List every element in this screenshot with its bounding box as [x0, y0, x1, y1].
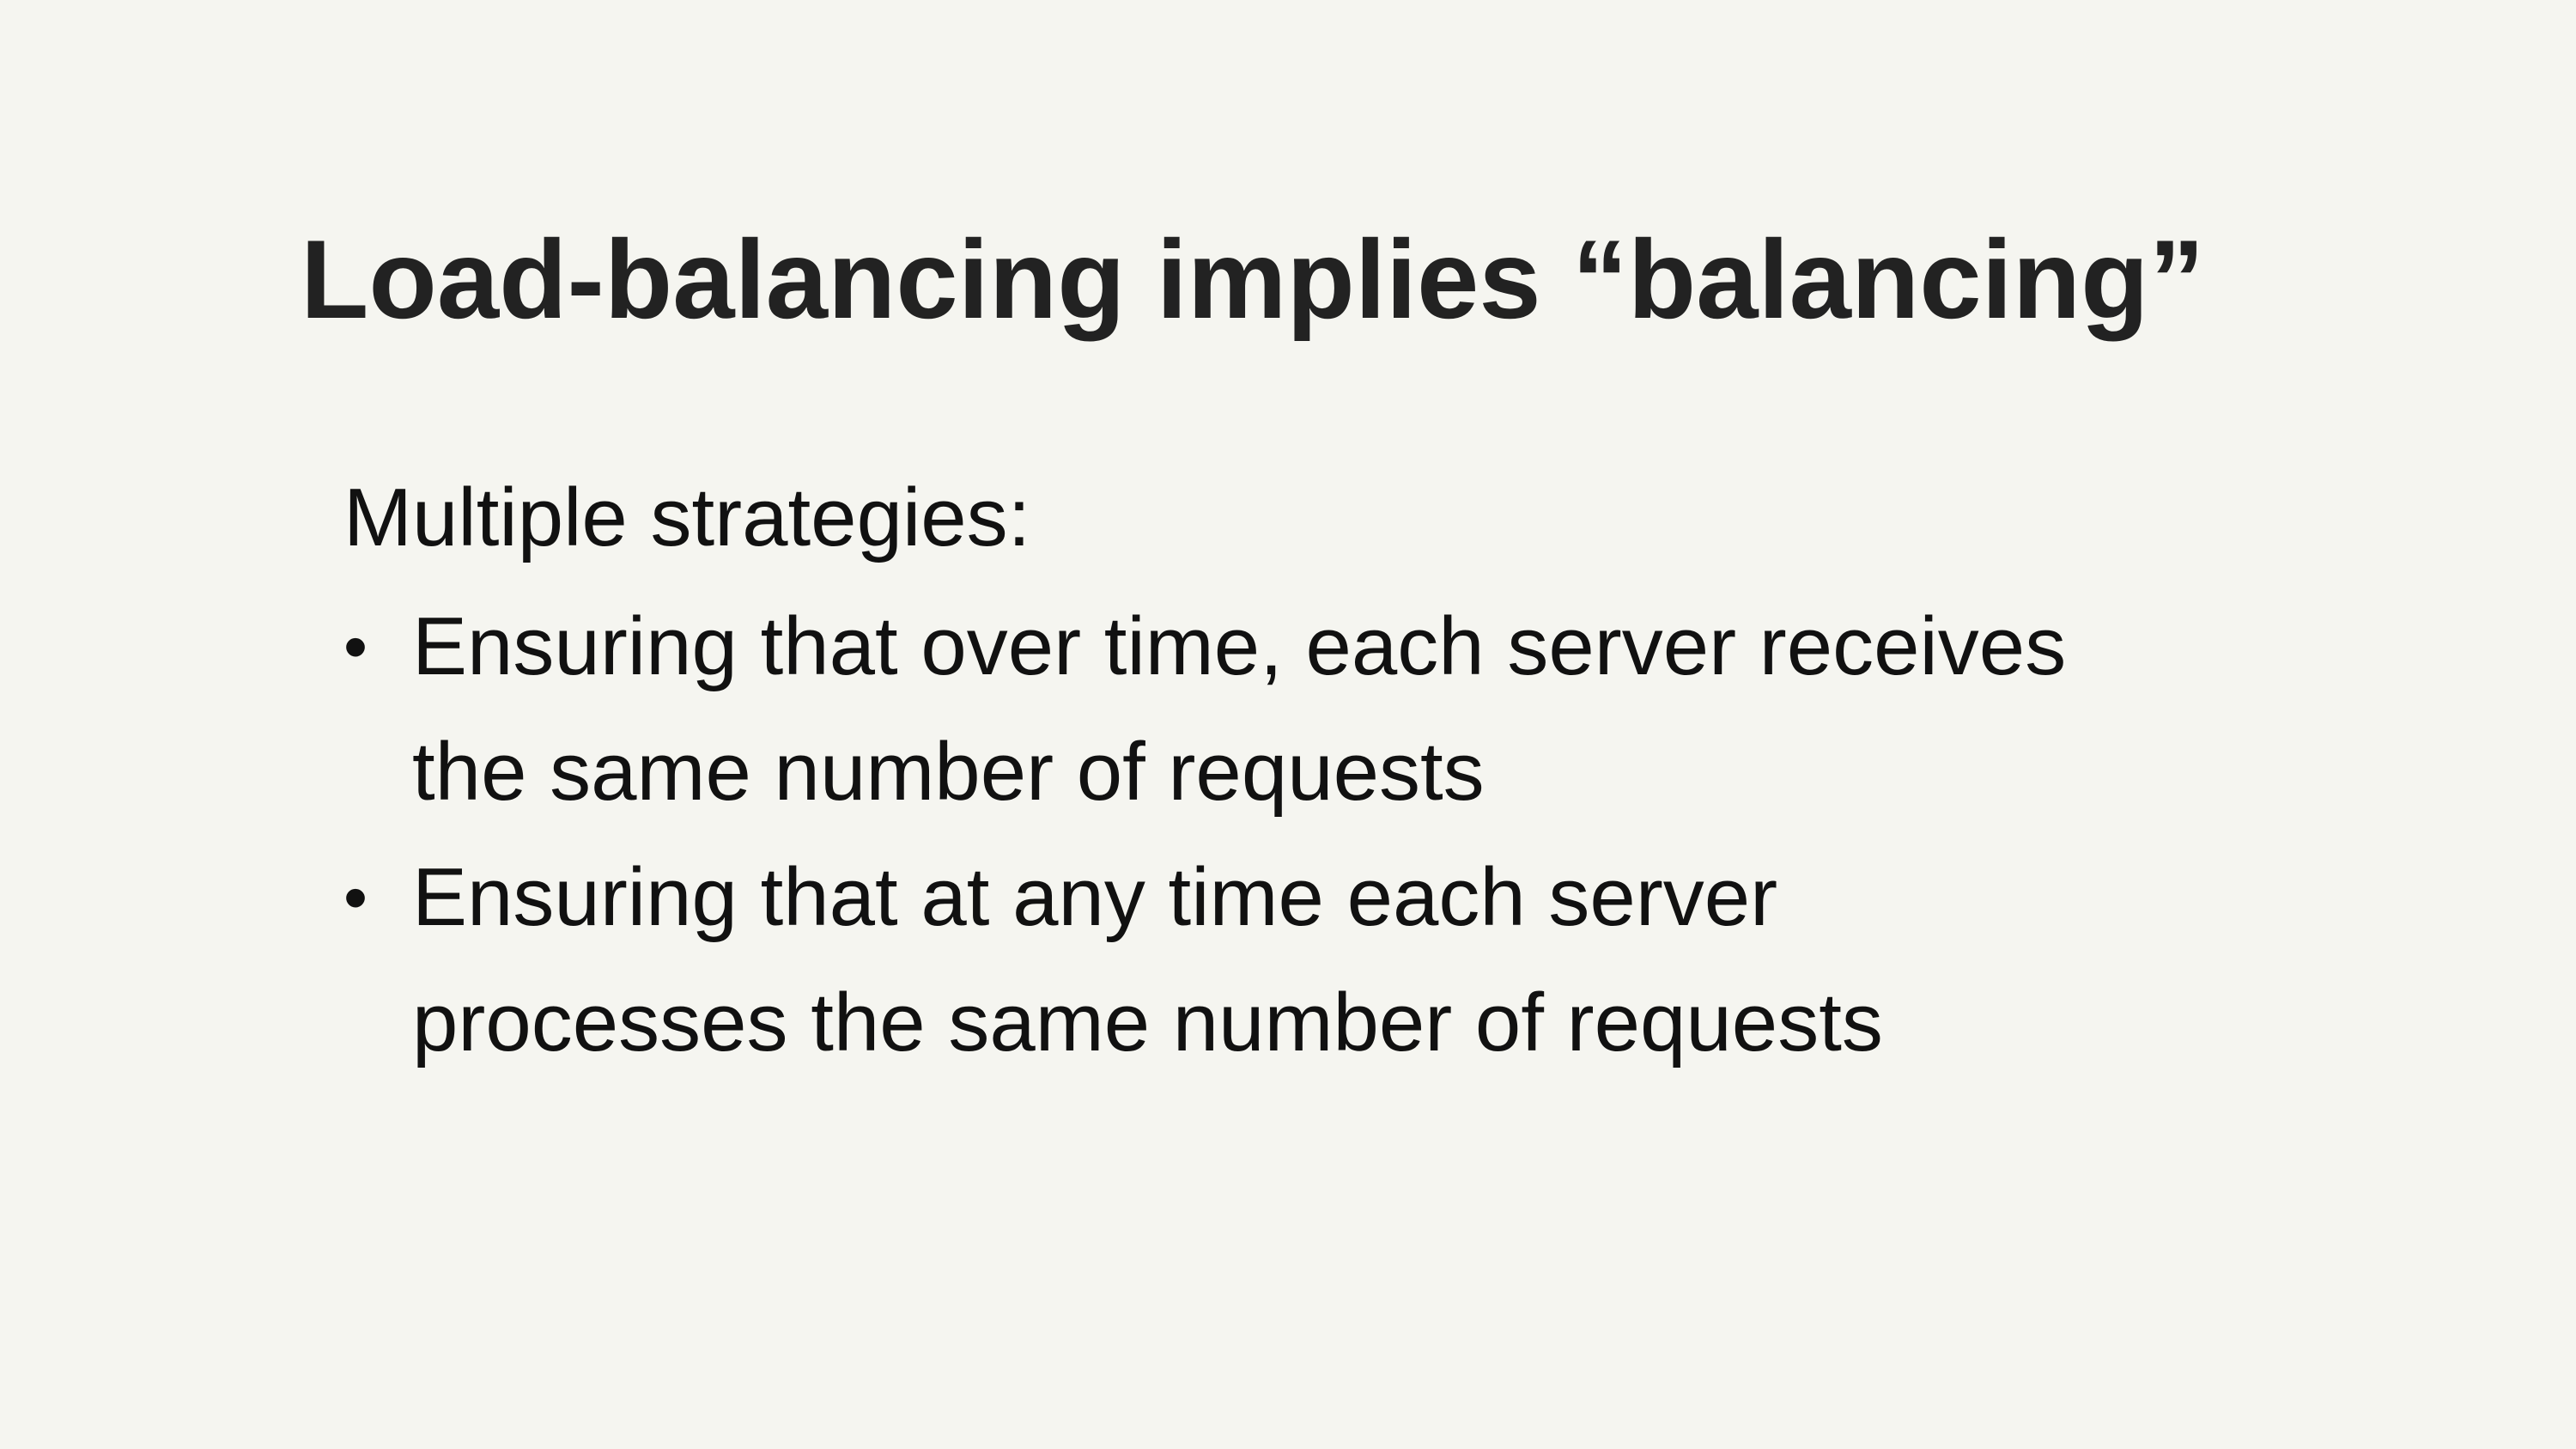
- bullet-text-line: processes the same number of requests: [412, 977, 1883, 1068]
- slide-body: Multiple strategies: • Ensuring that ove…: [343, 462, 2318, 1086]
- bullet-item: • Ensuring that over time, each server r…: [343, 584, 2318, 835]
- bullet-text-line: Ensuring that over time, each server rec…: [412, 600, 2067, 692]
- bullet-text-line: the same number of requests: [412, 726, 1485, 818]
- bullet-dot-icon: •: [343, 859, 368, 935]
- bullet-item: • Ensuring that at any time each server …: [343, 835, 2318, 1086]
- bullet-dot-icon: •: [343, 608, 368, 685]
- slide: Load-balancing implies “balancing” Multi…: [0, 0, 2576, 1449]
- bullet-text-line: Ensuring that at any time each server: [412, 851, 1778, 943]
- intro-text: Multiple strategies:: [343, 472, 1031, 563]
- slide-title: Load-balancing implies “balancing”: [301, 216, 2205, 342]
- bullet-list: • Ensuring that over time, each server r…: [343, 584, 2318, 1086]
